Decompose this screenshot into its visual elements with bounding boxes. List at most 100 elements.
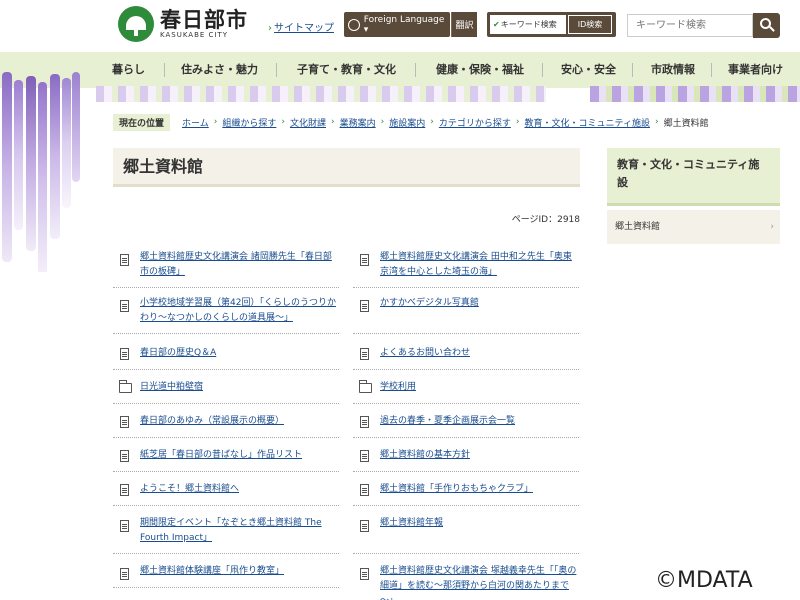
chevron-right-icon: › — [654, 117, 659, 127]
list-item-link[interactable]: かすかべデジタル写真館 — [380, 296, 580, 311]
breadcrumb-item-dept[interactable]: 文化財課 — [290, 116, 326, 129]
nav-item-living[interactable]: 暮らし — [112, 52, 145, 88]
list-item-link[interactable]: 小学校地域学習展（第42回）「くらしのうつりかわり～なつかしのくらしの道具展～」 — [140, 296, 340, 326]
site-header: 春日部市 KASUKABE CITY › サイトマップ Foreign Langu… — [0, 0, 800, 52]
nav-item-city-info[interactable]: 市政情報 — [651, 52, 695, 88]
foreign-language-label: Foreign Language ▾ — [363, 14, 445, 35]
page-title: 郷土資料館 — [113, 148, 580, 187]
list-item-link[interactable]: 過去の春季・夏季企画展示会一覧 — [380, 414, 580, 429]
list-row: 小学校地域学習展（第42回）「くらしのうつりかわり～なつかしのくらしの道具展～」… — [113, 296, 580, 334]
breadcrumb-item-home[interactable]: ホーム — [182, 116, 209, 129]
list-item-link[interactable]: 郷土資料館年報 — [380, 516, 580, 531]
list-item-link[interactable]: 紙芝居「春日部の昔ばなし」作品リスト — [140, 448, 340, 463]
chevron-right-icon: › — [268, 23, 272, 34]
global-nav: 暮らし 住みよさ・魅力 子育て・教育・文化 健康・保険・福祉 安心・安全 市政情… — [0, 52, 800, 88]
list-item-link[interactable]: 郷土資料館「手作りおもちゃクラブ」 — [380, 482, 580, 497]
logo-subtitle: KASUKABE CITY — [160, 31, 229, 39]
chevron-right-icon: › — [281, 117, 285, 127]
nav-item-safety[interactable]: 安心・安全 — [561, 52, 616, 88]
nav-item-appeal[interactable]: 住みよさ・魅力 — [181, 52, 258, 88]
chevron-right-icon: › — [430, 117, 434, 127]
document-icon — [360, 416, 369, 428]
list-item-link[interactable]: 春日部のあゆみ（常設展示の概要） — [140, 414, 340, 429]
list-item-link[interactable]: 春日部の歴史Q＆A — [140, 346, 340, 361]
list-item-link[interactable]: 学校利用 — [380, 380, 580, 395]
document-icon — [120, 416, 129, 428]
logo-title: 春日部市 — [160, 7, 248, 32]
list-item: 郷土資料館の基本方針 — [353, 448, 579, 472]
id-search-mode[interactable]: ID検索 — [568, 15, 612, 34]
document-icon — [120, 450, 129, 462]
list-item-link[interactable]: 期間限定イベント「なぞとき郷土資料館 The Fourth Impact」 — [140, 516, 340, 546]
site-logo[interactable]: 春日部市 KASUKABE CITY — [118, 6, 248, 42]
breadcrumb-item-category[interactable]: カテゴリから探す — [439, 116, 511, 129]
page-id: ページID：2918 — [511, 215, 580, 225]
chevron-right-icon: › — [515, 117, 520, 127]
chevron-right-icon: › — [213, 117, 218, 127]
list-item: かすかべデジタル写真館 — [353, 296, 579, 334]
folder-icon — [359, 380, 372, 393]
sitemap-label: サイトマップ — [274, 23, 334, 34]
wisteria-decoration — [0, 52, 82, 272]
list-item: 期間限定イベント「なぞとき郷土資料館 The Fourth Impact」 — [113, 516, 339, 554]
list-item: よくあるお問い合わせ — [353, 346, 579, 370]
list-item-link[interactable]: よくあるお問い合わせ — [380, 346, 580, 361]
nav-item-health[interactable]: 健康・保険・福祉 — [436, 52, 524, 88]
document-icon — [120, 348, 129, 360]
chevron-right-icon: › — [380, 117, 385, 127]
list-item-link[interactable]: 郷土資料館歴史文化講演会 田中和之先生「奥東京湾を中心とした埼玉の海」 — [380, 250, 580, 280]
check-icon: ✔ — [493, 20, 500, 29]
search-input[interactable] — [627, 14, 753, 37]
list-item-link[interactable]: 郷土資料館の基本方針 — [380, 448, 580, 463]
breadcrumb: 現在の位置 ホーム › 組織から探す › 文化財課 › 業務案内 › 施設案内 › カテゴ… — [113, 113, 780, 131]
chevron-right-icon: › — [770, 222, 774, 232]
keyword-search-mode[interactable]: ✔ キーワード検索 — [490, 15, 566, 34]
list-row: 紙芝居「春日部の昔ばなし」作品リスト 郷土資料館の基本方針 — [113, 448, 580, 472]
list-item-link[interactable]: 郷土資料館歴史文化講演会 塚越義幸先生「「奥の細道」を読む～那須野から白河の関あ… — [380, 564, 580, 600]
wisteria-border-right — [590, 86, 800, 102]
translate-button[interactable]: 翻訳 — [451, 12, 477, 37]
list-item: 春日部のあゆみ（常設展示の概要） — [113, 414, 339, 438]
list-item: 郷土資料館歴史文化講演会 諸岡勝先生「春日部市の板碑」 — [113, 250, 339, 288]
document-icon — [360, 520, 369, 532]
list-item: 小学校地域学習展（第42回）「くらしのうつりかわり～なつかしのくらしの道具展～」 — [113, 296, 339, 334]
list-item-link[interactable]: 日光道中粕壁宿 — [140, 380, 340, 395]
list-row: ようこそ！郷土資料館へ 郷土資料館「手作りおもちゃクラブ」 — [113, 482, 580, 506]
list-item: 過去の春季・夏季企画展示会一覧 — [353, 414, 579, 438]
list-item: 日光道中粕壁宿 — [113, 380, 339, 404]
document-icon — [120, 484, 129, 496]
breadcrumb-item-business[interactable]: 業務案内 — [340, 116, 376, 129]
breadcrumb-item-community[interactable]: 教育・文化・コミュニティ施設 — [524, 116, 649, 129]
city-emblem-icon — [118, 6, 154, 42]
document-icon — [360, 450, 369, 462]
list-row: 郷土資料館歴史文化講演会 諸岡勝先生「春日部市の板碑」 郷土資料館歴史文化講演会… — [113, 250, 580, 288]
document-icon — [360, 484, 369, 496]
document-icon — [360, 568, 369, 580]
list-item-link[interactable]: 郷土資料館体験講座「凧作り教室」 — [140, 564, 340, 579]
search-mode-toggle: ✔ キーワード検索 ID検索 — [487, 12, 616, 37]
list-item: 郷土資料館歴史文化講演会 塚越義幸先生「「奥の細道」を読む～那須野から白河の関あ… — [353, 564, 580, 600]
list-item: 郷土資料館体験講座「凧作り教室」 — [113, 564, 339, 588]
search-button[interactable] — [753, 13, 780, 38]
globe-icon — [348, 18, 360, 31]
list-item-link[interactable]: ようこそ！郷土資料館へ — [140, 482, 340, 497]
keyword-mode-label: キーワード検索 — [500, 20, 557, 29]
sidebar-item-museum[interactable]: 郷土資料館 › — [607, 210, 780, 244]
wisteria-border — [96, 86, 546, 102]
sitemap-link[interactable]: › サイトマップ — [268, 19, 334, 34]
foreign-language-button[interactable]: Foreign Language ▾ — [344, 12, 450, 37]
document-icon — [120, 520, 129, 532]
nav-item-education[interactable]: 子育て・教育・文化 — [297, 52, 396, 88]
chevron-right-icon: › — [331, 117, 335, 127]
nav-item-business[interactable]: 事業者向け — [728, 52, 783, 88]
list-item: 郷土資料館「手作りおもちゃクラブ」 — [353, 482, 579, 506]
list-item: 紙芝居「春日部の昔ばなし」作品リスト — [113, 448, 339, 472]
list-row: 春日部のあゆみ（常設展示の概要） 過去の春季・夏季企画展示会一覧 — [113, 414, 580, 438]
list-item: 郷土資料館歴史文化講演会 田中和之先生「奥東京湾を中心とした埼玉の海」 — [353, 250, 579, 288]
list-item: 郷土資料館年報 — [353, 516, 579, 554]
breadcrumb-item-org[interactable]: 組織から探す — [222, 116, 276, 129]
document-icon — [120, 300, 129, 312]
breadcrumb-item-facility[interactable]: 施設案内 — [389, 116, 425, 129]
document-icon — [120, 254, 129, 266]
list-item-link[interactable]: 郷土資料館歴史文化講演会 諸岡勝先生「春日部市の板碑」 — [140, 250, 340, 280]
